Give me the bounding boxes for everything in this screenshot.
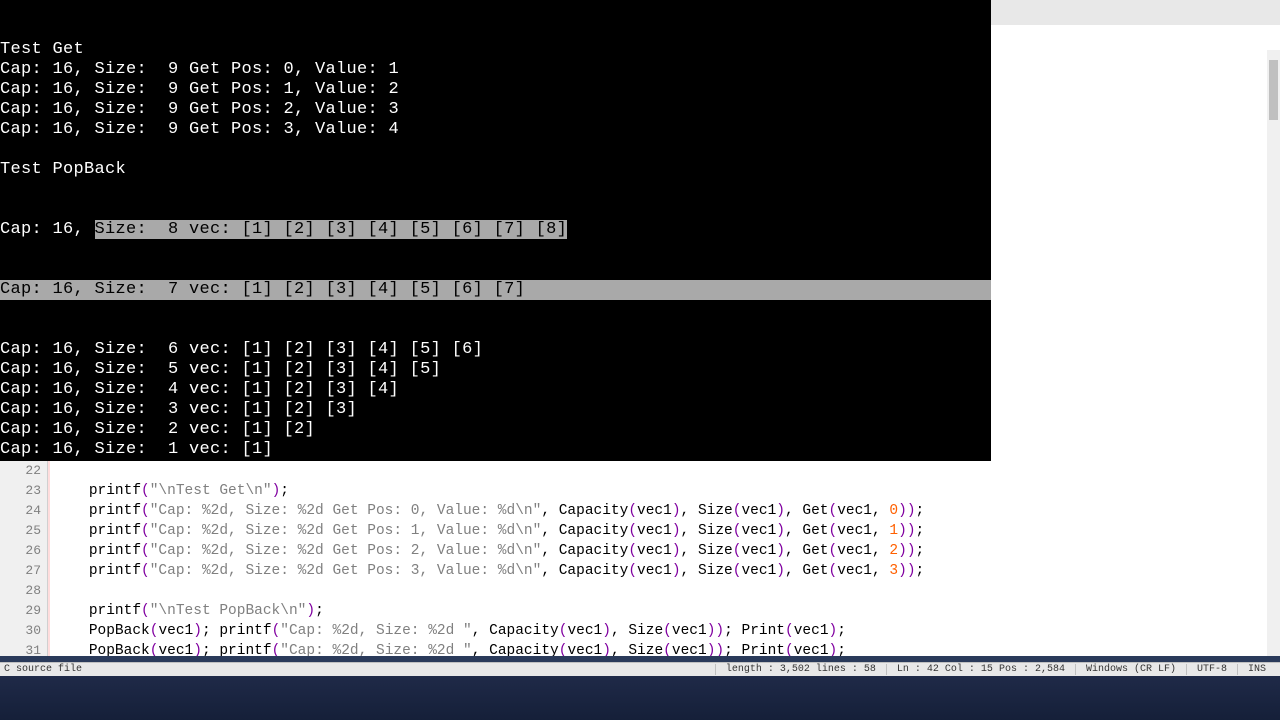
- taskbar[interactable]: [0, 676, 1280, 720]
- line-number: 28: [0, 581, 41, 601]
- term-line: Cap: 16, Size: 1 vec: [1]: [0, 440, 991, 460]
- code-editor[interactable]: 22232425262728293031 printf("\nTest Get\…: [0, 461, 1280, 656]
- status-encoding: UTF-8: [1186, 664, 1237, 675]
- term-line: Cap: 16, Size: 9 Get Pos: 2, Value: 3: [0, 100, 991, 120]
- term-line: Cap: 16, Size: 2 vec: [1] [2]: [0, 420, 991, 440]
- code-line: printf("Cap: %2d, Size: %2d Get Pos: 0, …: [54, 501, 1280, 521]
- term-line: Cap: 16, Size: 3 vec: [1] [2] [3]: [0, 400, 991, 420]
- line-number: 23: [0, 481, 41, 501]
- side-panel: [991, 0, 1280, 461]
- line-number: 27: [0, 561, 41, 581]
- line-number: 25: [0, 521, 41, 541]
- status-position: Ln : 42 Col : 15 Pos : 2,584: [886, 664, 1075, 675]
- term-line: Cap: 16, Size: 9 Get Pos: 3, Value: 4: [0, 120, 991, 140]
- code-line: printf("Cap: %2d, Size: %2d Get Pos: 3, …: [54, 561, 1280, 581]
- term-line: Cap: 16, Size: 4 vec: [1] [2] [3] [4]: [0, 380, 991, 400]
- term-line: Cap: 16, Size: 9 Get Pos: 1, Value: 2: [0, 80, 991, 100]
- term-line: Test PopBack: [0, 160, 991, 180]
- code-line: printf("\nTest Get\n");: [54, 481, 1280, 501]
- term-line: Cap: 16, Size: 6 vec: [1] [2] [3] [4] [5…: [0, 340, 991, 360]
- line-number: 31: [0, 641, 41, 661]
- code-line: printf("\nTest PopBack\n");: [54, 601, 1280, 621]
- line-number: 30: [0, 621, 41, 641]
- status-mode: INS: [1237, 664, 1276, 675]
- margin-guide: [48, 461, 50, 656]
- code-line: printf("Cap: %2d, Size: %2d Get Pos: 2, …: [54, 541, 1280, 561]
- term-line: Cap: 16,: [0, 220, 95, 239]
- code-content[interactable]: printf("\nTest Get\n"); printf("Cap: %2d…: [48, 461, 1280, 656]
- code-line: [54, 461, 1280, 481]
- status-bar: C source file length : 3,502 lines : 58 …: [0, 662, 1280, 676]
- code-line: PopBack(vec1); printf("Cap: %2d, Size: %…: [54, 641, 1280, 656]
- line-number: 24: [0, 501, 41, 521]
- term-line: Cap: 16, Size: 9 Get Pos: 0, Value: 1: [0, 60, 991, 80]
- term-line: Test Get: [0, 40, 991, 60]
- term-line-highlight: Size: 8 vec: [1] [2] [3] [4] [5] [6] [7]…: [95, 220, 568, 239]
- scrollbar-vertical[interactable]: [1267, 50, 1280, 486]
- term-line: Cap: 16, Size: 5 vec: [1] [2] [3] [4] [5…: [0, 360, 991, 380]
- editor-scrollbar[interactable]: [1267, 461, 1280, 656]
- line-number: 26: [0, 541, 41, 561]
- status-eol: Windows (CR LF): [1075, 664, 1186, 675]
- code-line: PopBack(vec1); printf("Cap: %2d, Size: %…: [54, 621, 1280, 641]
- line-number: 29: [0, 601, 41, 621]
- term-line-highlight: Cap: 16, Size: 7 vec: [1] [2] [3] [4] [5…: [0, 280, 991, 300]
- line-number-gutter: 22232425262728293031: [0, 461, 48, 656]
- line-number: 22: [0, 461, 41, 481]
- code-line: printf("Cap: %2d, Size: %2d Get Pos: 1, …: [54, 521, 1280, 541]
- code-line: [54, 581, 1280, 601]
- status-length: length : 3,502 lines : 58: [715, 664, 886, 675]
- term-line: [0, 140, 991, 160]
- status-filetype: C source file: [4, 664, 82, 675]
